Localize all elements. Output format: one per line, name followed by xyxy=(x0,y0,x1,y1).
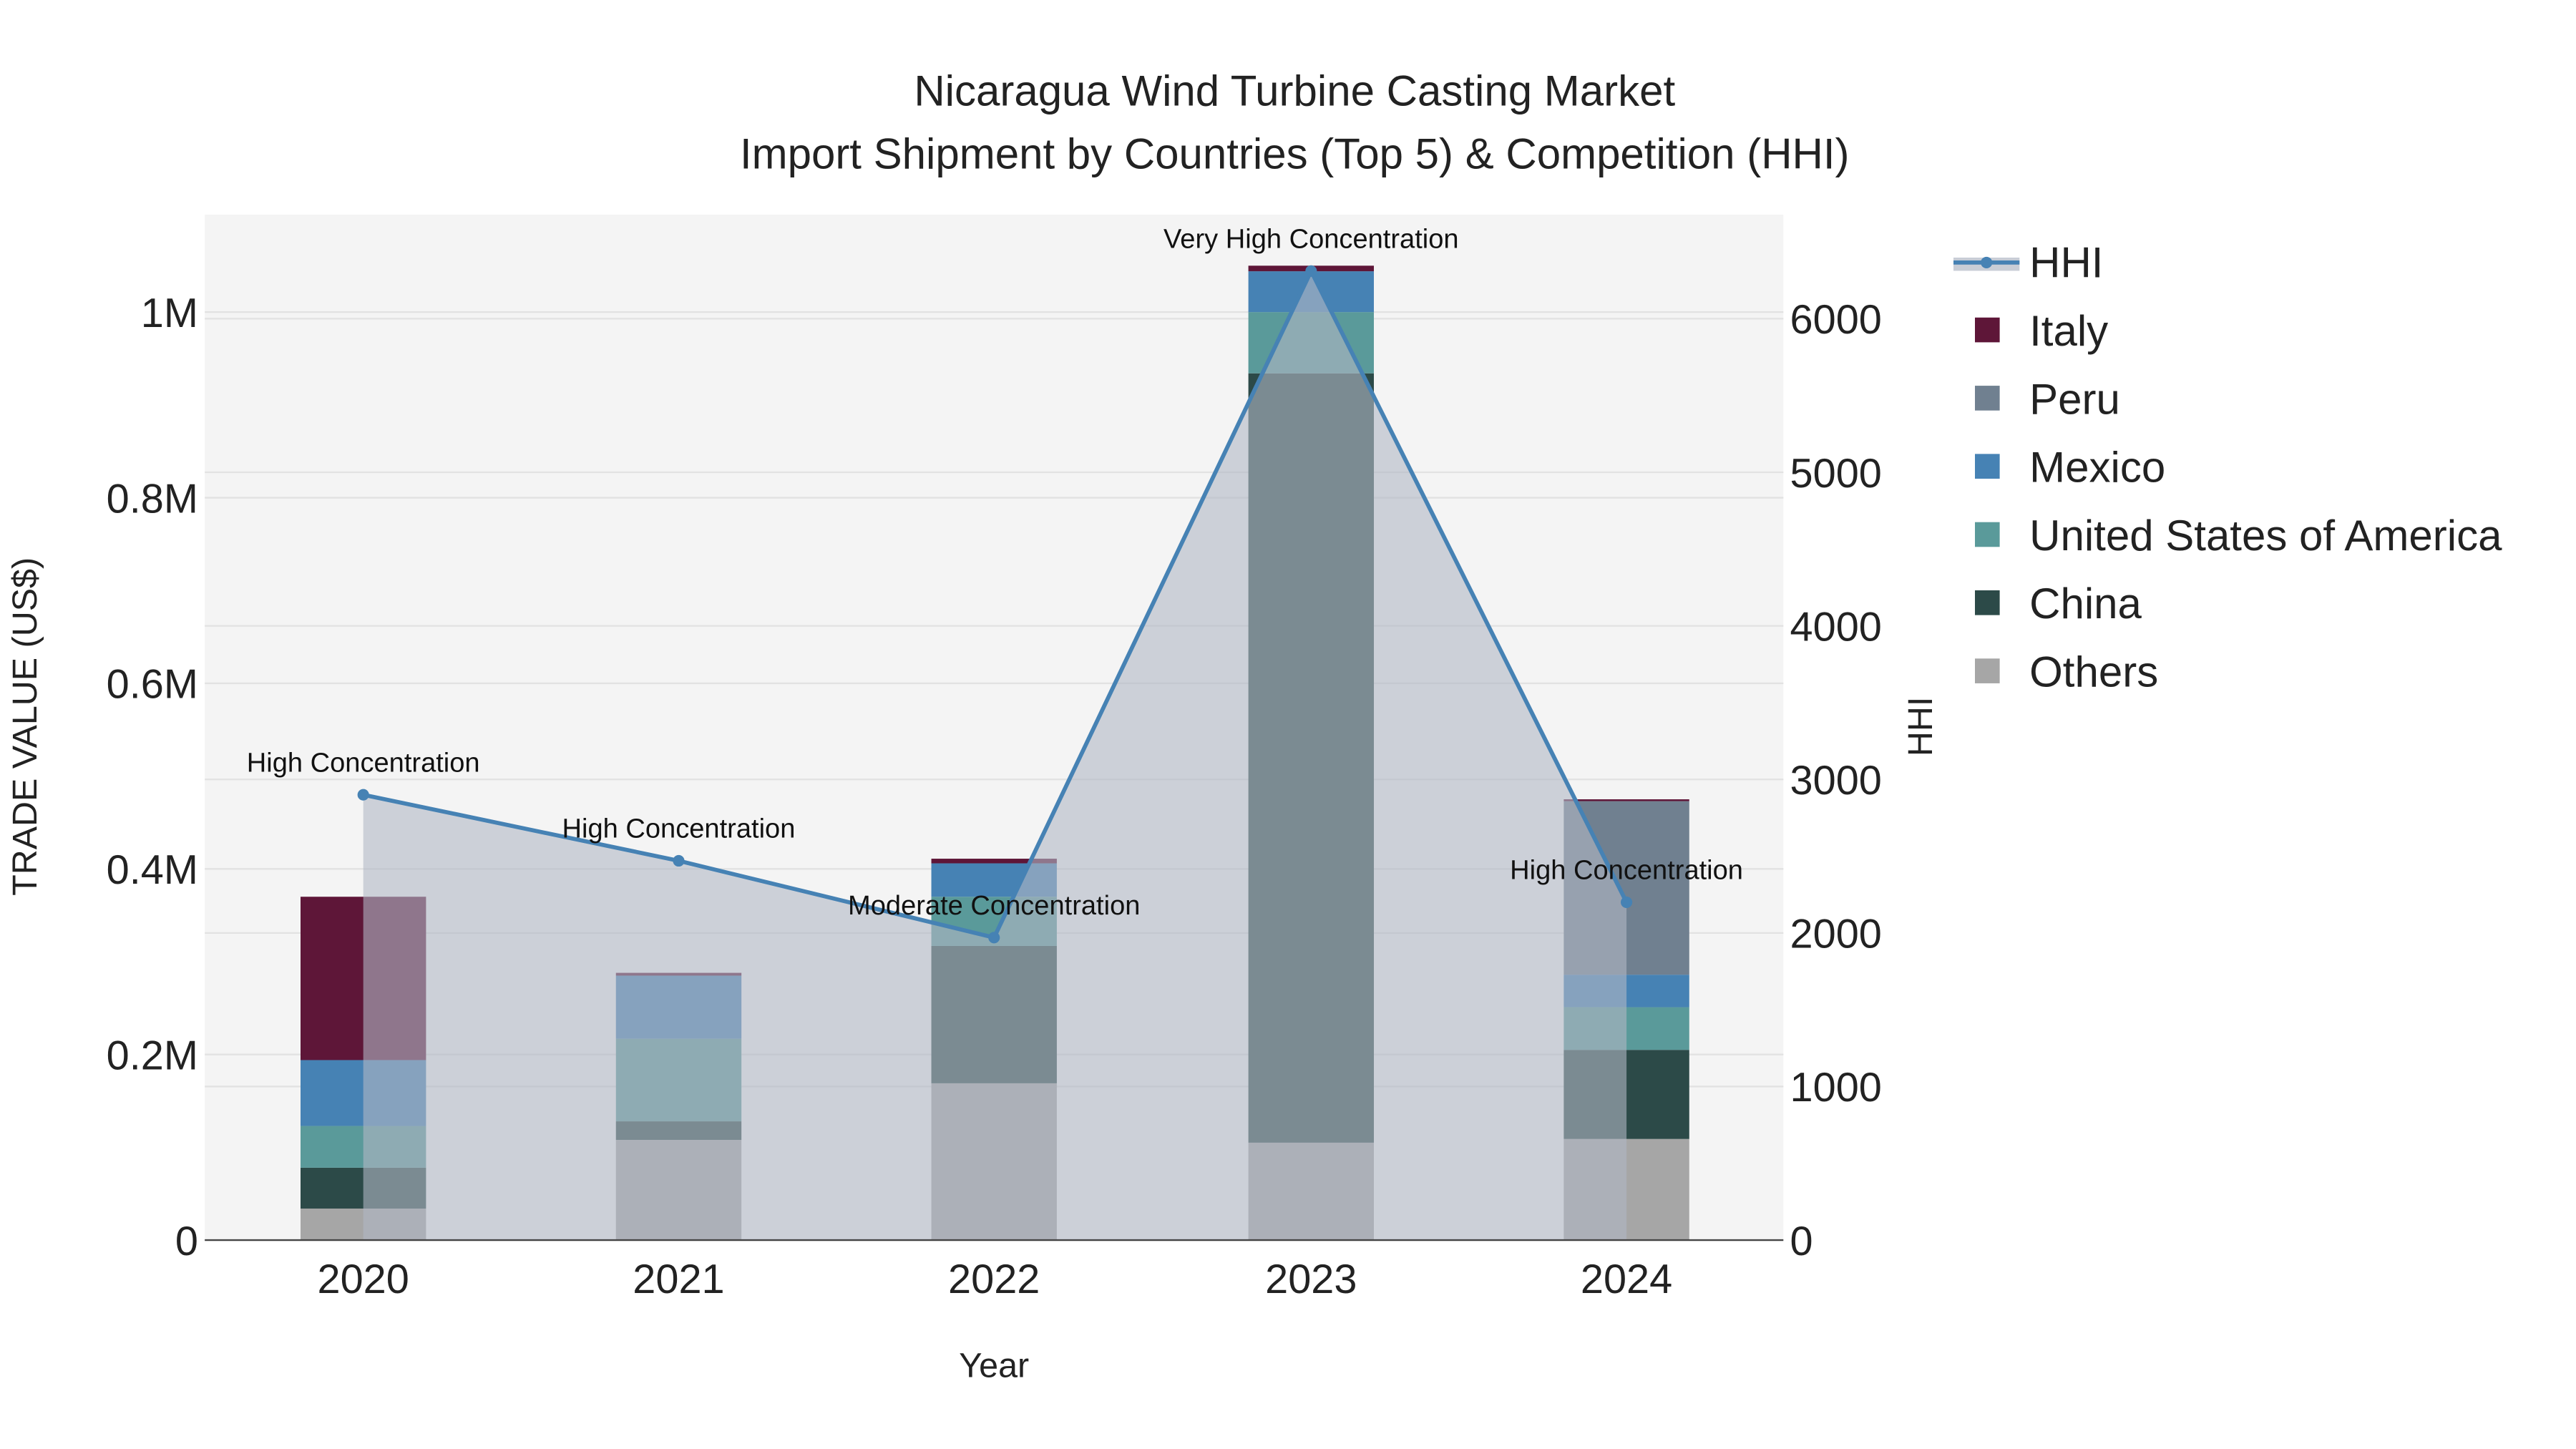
x-tick-label: 2022 xyxy=(948,1257,1040,1302)
y-tick-label: 0.6M xyxy=(107,662,198,708)
chart: Nicaragua Wind Turbine Casting Market Im… xyxy=(6,67,2502,1385)
x-axis-label: Year xyxy=(959,1347,1029,1385)
y2-axis-label: HHI xyxy=(1901,697,1940,756)
legend-swatch xyxy=(1975,386,2000,411)
legend-label: China xyxy=(2029,580,2142,628)
legend: HHI Italy Peru Mexico United States of Ameri… xyxy=(1953,239,2502,696)
legend-swatch xyxy=(1975,317,2000,343)
legend-swatch xyxy=(1975,454,2000,479)
y2-tick-label: 4000 xyxy=(1790,604,1882,650)
hhi-annotation: Very High Concentration xyxy=(1163,225,1459,255)
legend-hhi-marker xyxy=(1981,256,1993,268)
hhi-annotation: High Concentration xyxy=(562,814,796,844)
x-tick-label: 2024 xyxy=(1581,1257,1672,1302)
legend-label: Mexico xyxy=(2029,444,2165,492)
chart-title: Nicaragua Wind Turbine Casting Market xyxy=(914,67,1675,115)
legend-label: Peru xyxy=(2029,375,2120,423)
legend-label: United States of America xyxy=(2029,512,2502,560)
y-tick-label: 0.2M xyxy=(107,1033,198,1078)
legend-swatch xyxy=(1975,658,2000,683)
y2-tick-label: 5000 xyxy=(1790,451,1882,497)
x-axis-ticks: 2020 2021 2022 2023 2024 xyxy=(318,1257,1673,1302)
x-tick-label: 2020 xyxy=(318,1257,409,1302)
y-tick-label: 0 xyxy=(175,1219,198,1264)
legend-swatch xyxy=(1975,590,2000,615)
legend-label: Italy xyxy=(2029,307,2108,355)
bar-italy xyxy=(1563,799,1689,801)
hhi-point xyxy=(357,789,369,801)
x-tick-label: 2023 xyxy=(1265,1257,1357,1302)
hhi-annotation: Moderate Concentration xyxy=(848,891,1140,921)
y2-tick-label: 2000 xyxy=(1790,912,1882,957)
y2-tick-label: 0 xyxy=(1790,1219,1813,1264)
legend-label: Others xyxy=(2029,648,2158,696)
hhi-point xyxy=(673,854,685,867)
hhi-annotation: High Concentration xyxy=(1510,856,1743,886)
y2-tick-label: 1000 xyxy=(1790,1065,1882,1111)
y-axis-ticks: 0 0.2M 0.4M 0.6M 0.8M 1M xyxy=(107,291,198,1264)
hhi-annotation: High Concentration xyxy=(247,748,480,778)
y-axis-label: TRADE VALUE (US$) xyxy=(6,557,44,896)
y-tick-label: 0.8M xyxy=(107,476,198,522)
chart-subtitle: Import Shipment by Countries (Top 5) & C… xyxy=(740,130,1850,177)
y-tick-label: 0.4M xyxy=(107,847,198,893)
y-tick-label: 1M xyxy=(141,291,198,336)
x-tick-label: 2021 xyxy=(633,1257,724,1302)
y2-tick-label: 6000 xyxy=(1790,297,1882,343)
hhi-point xyxy=(1621,896,1633,908)
hhi-point xyxy=(1305,265,1317,277)
y2-axis-ticks: 0 1000 2000 3000 4000 5000 6000 xyxy=(1790,297,1882,1264)
y2-tick-label: 3000 xyxy=(1790,758,1882,804)
hhi-point xyxy=(988,932,1000,944)
legend-label: HHI xyxy=(2029,239,2103,287)
legend-swatch xyxy=(1975,522,2000,547)
